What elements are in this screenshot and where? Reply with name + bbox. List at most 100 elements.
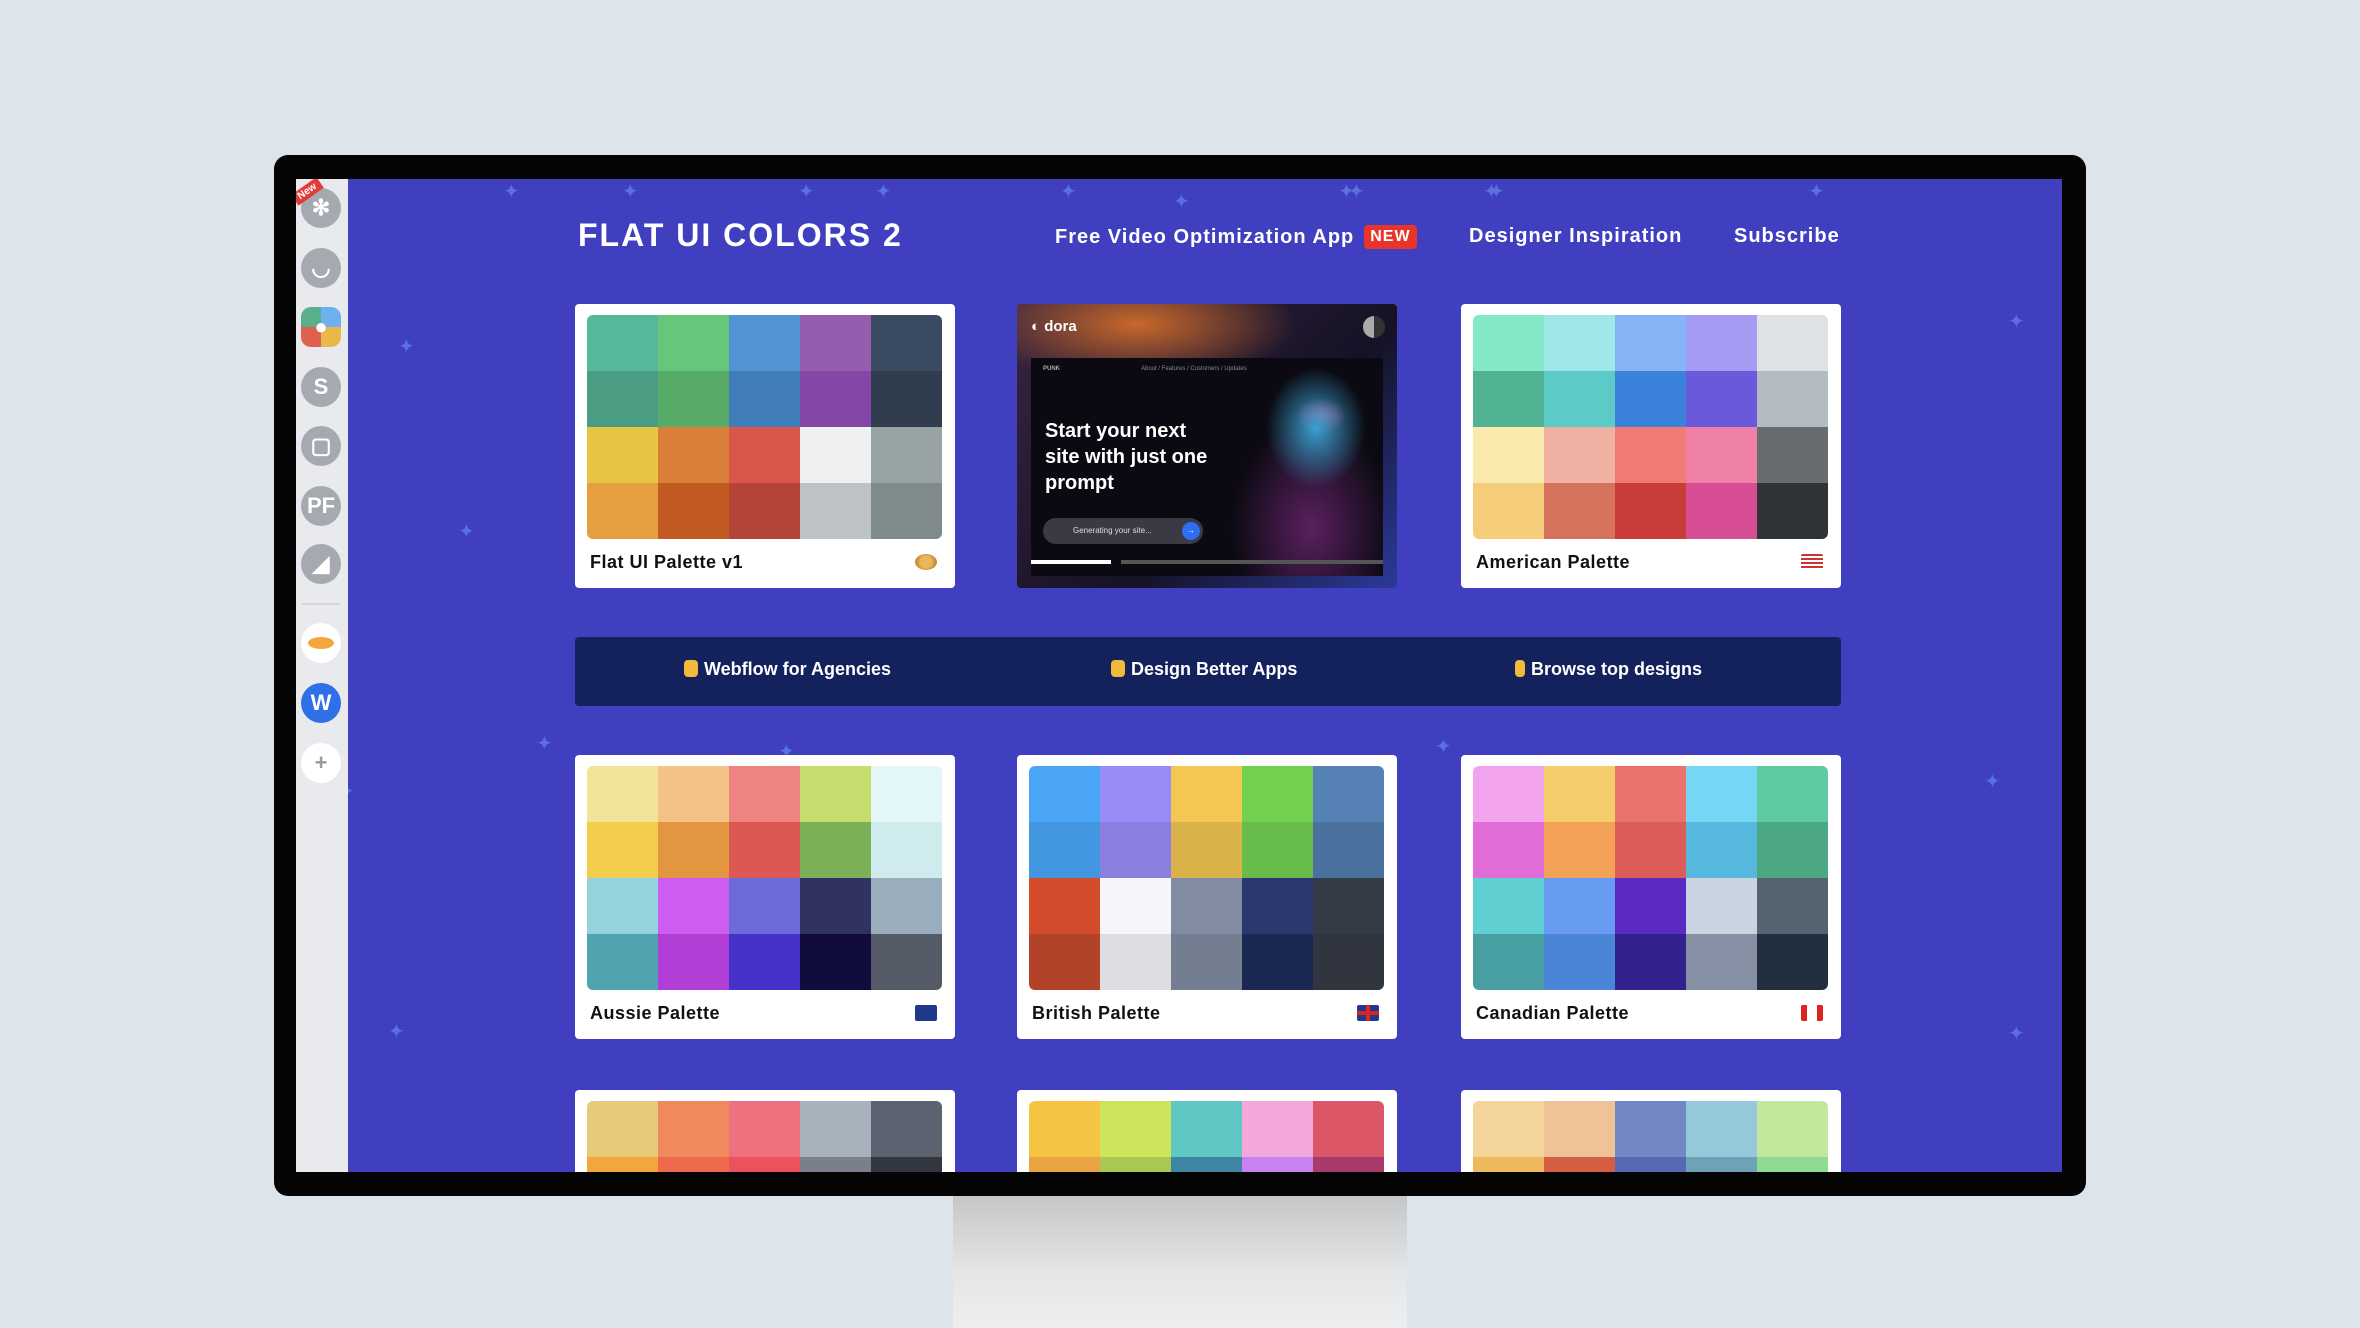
color-swatch[interactable] [1615, 878, 1686, 934]
color-swatch[interactable] [1100, 878, 1171, 934]
color-swatch[interactable] [587, 427, 658, 483]
color-swatch[interactable] [1615, 1101, 1686, 1157]
color-swatch[interactable] [800, 1157, 871, 1172]
color-swatch[interactable] [1029, 878, 1100, 934]
color-swatch[interactable] [1757, 766, 1828, 822]
color-swatch[interactable] [871, 1157, 942, 1172]
color-swatch[interactable] [658, 878, 729, 934]
color-swatch[interactable] [658, 483, 729, 539]
color-swatch[interactable] [800, 427, 871, 483]
color-swatch[interactable] [871, 766, 942, 822]
color-swatch[interactable] [1171, 822, 1242, 878]
color-swatch[interactable] [1757, 1157, 1828, 1172]
color-swatch[interactable] [587, 1101, 658, 1157]
zeppelin-icon[interactable] [301, 623, 341, 663]
color-swatch[interactable] [1242, 822, 1313, 878]
color-swatch[interactable] [1686, 766, 1757, 822]
s-icon[interactable]: S [301, 367, 341, 407]
palette-card[interactable]: British Palette [1017, 755, 1397, 1039]
nav-video-app[interactable]: Free Video Optimization App NEW [1055, 225, 1417, 249]
color-swatch[interactable] [1171, 1101, 1242, 1157]
color-swatch[interactable] [1100, 1157, 1171, 1172]
color-swatch[interactable] [1029, 934, 1100, 990]
color-swatch[interactable] [1242, 934, 1313, 990]
color-swatch[interactable] [1100, 934, 1171, 990]
color-swatch[interactable] [1544, 1157, 1615, 1172]
color-swatch[interactable] [800, 934, 871, 990]
color-swatch[interactable] [1544, 878, 1615, 934]
color-swatch[interactable] [1615, 766, 1686, 822]
palette-card[interactable]: Flat UI Palette v1 [575, 304, 955, 588]
color-swatch[interactable] [1473, 427, 1544, 483]
color-swatch[interactable] [658, 822, 729, 878]
color-swatch[interactable] [1473, 822, 1544, 878]
color-swatch[interactable] [1313, 822, 1384, 878]
color-swatch[interactable] [1686, 878, 1757, 934]
color-swatch[interactable] [871, 878, 942, 934]
color-swatch[interactable] [587, 822, 658, 878]
color-swatch[interactable] [729, 371, 800, 427]
color-swatch[interactable] [1242, 878, 1313, 934]
color-swatch[interactable] [1313, 934, 1384, 990]
color-swatch[interactable] [587, 934, 658, 990]
color-swatch[interactable] [1544, 483, 1615, 539]
color-swatch[interactable] [1757, 934, 1828, 990]
banner-browse-top-designs[interactable]: Browse top designs [1515, 659, 1702, 680]
color-swatch[interactable] [800, 1101, 871, 1157]
color-swatch[interactable] [1473, 1101, 1544, 1157]
palette-card[interactable]: Canadian Palette [1461, 755, 1841, 1039]
nav-subscribe[interactable]: Subscribe [1734, 225, 1840, 248]
color-swatch[interactable] [800, 878, 871, 934]
palette-app-icon[interactable]: ● [301, 307, 341, 347]
color-swatch[interactable] [1686, 315, 1757, 371]
webflow-icon[interactable]: W [301, 683, 341, 723]
site-title[interactable]: FLAT UI COLORS 2 [578, 217, 903, 254]
color-swatch[interactable] [1615, 427, 1686, 483]
banner-webflow-agencies[interactable]: Webflow for Agencies [684, 659, 891, 680]
color-swatch[interactable] [658, 427, 729, 483]
color-swatch[interactable] [1544, 371, 1615, 427]
color-swatch[interactable] [1242, 1157, 1313, 1172]
palette-card[interactable]: Aussie Palette [575, 755, 955, 1039]
ad-card[interactable]: ◐ dora PUNK About / Features / Customers… [1017, 304, 1397, 588]
color-swatch[interactable] [729, 766, 800, 822]
color-swatch[interactable] [800, 483, 871, 539]
color-swatch[interactable] [871, 822, 942, 878]
color-swatch[interactable] [1171, 934, 1242, 990]
color-swatch[interactable] [871, 371, 942, 427]
pf-icon[interactable]: PF [301, 486, 341, 526]
color-swatch[interactable] [658, 371, 729, 427]
color-swatch[interactable] [658, 315, 729, 371]
color-swatch[interactable] [1757, 315, 1828, 371]
color-swatch[interactable] [729, 822, 800, 878]
color-swatch[interactable] [1242, 1101, 1313, 1157]
color-swatch[interactable] [587, 371, 658, 427]
color-swatch[interactable] [871, 934, 942, 990]
color-swatch[interactable] [1544, 822, 1615, 878]
palette-card[interactable] [1017, 1090, 1397, 1172]
color-swatch[interactable] [1757, 427, 1828, 483]
color-swatch[interactable] [1686, 822, 1757, 878]
bear-icon[interactable]: ◡ [301, 248, 341, 288]
color-swatch[interactable] [1686, 427, 1757, 483]
color-swatch[interactable] [871, 427, 942, 483]
color-swatch[interactable] [658, 1157, 729, 1172]
color-swatch[interactable] [1313, 1157, 1384, 1172]
color-swatch[interactable] [1029, 1101, 1100, 1157]
color-swatch[interactable] [1242, 766, 1313, 822]
color-swatch[interactable] [1544, 315, 1615, 371]
nav-designer-inspiration[interactable]: Designer Inspiration [1469, 225, 1682, 248]
color-swatch[interactable] [729, 1157, 800, 1172]
color-swatch[interactable] [1473, 483, 1544, 539]
color-swatch[interactable] [1171, 1157, 1242, 1172]
color-swatch[interactable] [1757, 371, 1828, 427]
mountain-icon[interactable]: ◢ [301, 544, 341, 584]
color-swatch[interactable] [729, 934, 800, 990]
color-swatch[interactable] [729, 483, 800, 539]
color-swatch[interactable] [1473, 766, 1544, 822]
color-swatch[interactable] [800, 315, 871, 371]
color-swatch[interactable] [1473, 878, 1544, 934]
color-swatch[interactable] [1100, 1101, 1171, 1157]
color-swatch[interactable] [1757, 878, 1828, 934]
color-swatch[interactable] [1615, 315, 1686, 371]
